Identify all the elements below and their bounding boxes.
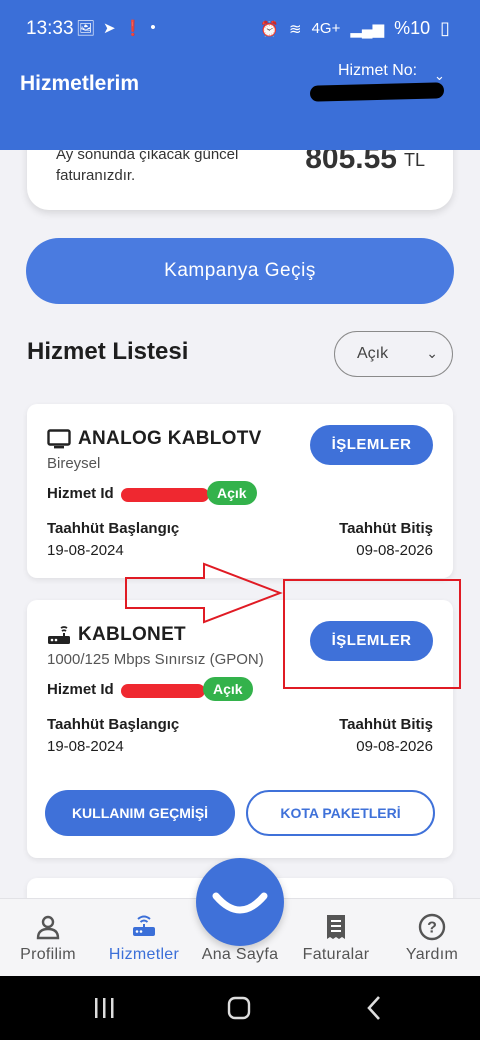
bill-amount: 805.55: [305, 150, 397, 175]
status-badge: Açık: [203, 677, 253, 701]
home-square-icon: [227, 996, 251, 1020]
service-id-label: Hizmet Id: [47, 681, 114, 698]
back-button[interactable]: [334, 976, 414, 1040]
filter-value: Açık: [357, 345, 389, 362]
notification-icons: 🖼 ➤ ❗ •: [76, 19, 156, 37]
main-content[interactable]: Ay sonunda çıkacak güncel faturanızdır. …: [0, 150, 480, 898]
service-list-title: Hizmet Listesi: [27, 338, 189, 365]
service-card-internet: KABLONET 1000/125 Mbps Sınırsız (GPON) H…: [27, 600, 453, 858]
quota-packages-button[interactable]: KOTA PAKETLERİ: [246, 790, 435, 836]
alarm-icon: ⏰: [260, 20, 279, 38]
tv-icon: [47, 429, 71, 449]
nav-label: Profilim: [20, 946, 76, 963]
operations-button[interactable]: İŞLEMLER: [310, 425, 433, 465]
service-card-tv: ANALOG KABLOTV Bireysel Hizmet Id Açık İ…: [27, 404, 453, 578]
service-subtitle: 1000/125 Mbps Sınırsız (GPON): [47, 651, 264, 668]
nav-label: Hizmetler: [108, 946, 180, 963]
app-header: Hizmetlerim Hizmet No: ⌄: [0, 56, 480, 150]
svg-text:?: ?: [427, 920, 437, 937]
smile-icon: [212, 892, 268, 914]
commitment-end-date: 09-08-2026: [356, 738, 433, 755]
commitment-start-date: 19-08-2024: [47, 738, 124, 755]
redacted-service-id: [121, 684, 205, 698]
service-no-label[interactable]: Hizmet No:: [338, 62, 417, 80]
back-chevron-icon: [367, 996, 380, 1020]
alert-icon: ❗: [123, 20, 143, 37]
nav-bills[interactable]: Faturalar: [288, 899, 384, 977]
dot-icon: •: [150, 19, 156, 36]
system-nav-bar: [0, 976, 480, 1040]
commitment-end-date: 09-08-2026: [356, 542, 433, 559]
status-badge: Açık: [207, 481, 257, 505]
home-system-button[interactable]: [199, 976, 279, 1040]
nav-label: Yardım: [405, 946, 459, 963]
service-id-label: Hizmet Id: [47, 485, 114, 502]
nav-help[interactable]: ? Yardım: [384, 899, 480, 977]
operations-button[interactable]: İŞLEMLER: [310, 621, 433, 661]
system-icons: ⏰ ≋ 4G+ ▂▄▆ %10 ▯: [260, 18, 450, 39]
status-filter-select[interactable]: Açık ⌄: [334, 331, 453, 377]
router-icon: [133, 915, 155, 936]
service-subtitle: Bireysel: [47, 455, 101, 472]
commitment-start-date: 19-08-2024: [47, 542, 124, 559]
redacted-service-id: [121, 488, 209, 502]
commitment-end-label: Taahhüt Bitiş: [339, 716, 433, 733]
recent-apps-icon: [95, 998, 114, 1018]
page-title: Hizmetlerim: [20, 72, 140, 95]
status-time: 13:33: [26, 18, 74, 39]
service-name: ANALOG KABLOTV: [78, 428, 262, 449]
chevron-down-icon: ⌄: [426, 345, 438, 361]
router-icon: [48, 626, 70, 644]
nav-profile[interactable]: Profilim: [0, 899, 96, 977]
bill-summary-card: Ay sonunda çıkacak güncel faturanızdır. …: [27, 150, 453, 210]
home-fab-button[interactable]: [196, 858, 284, 946]
battery-icon: ▯: [440, 18, 450, 38]
nav-label: Faturalar: [302, 946, 370, 963]
battery-text: %10: [394, 18, 431, 38]
redacted-service-number: [309, 82, 445, 102]
receipt-icon: [327, 915, 345, 939]
bill-currency: TL: [403, 150, 425, 170]
nav-label: Ana Sayfa: [201, 946, 279, 963]
help-icon: ?: [418, 913, 446, 941]
signal-icon: ▂▄▆: [350, 20, 385, 38]
campaign-switch-button[interactable]: Kampanya Geçiş: [26, 238, 454, 304]
commitment-start-label: Taahhüt Başlangıç: [47, 520, 180, 537]
bill-description: Ay sonunda çıkacak güncel faturanızdır.: [56, 150, 239, 184]
nav-services[interactable]: Hizmetler: [96, 899, 192, 977]
service-name: KABLONET: [78, 624, 186, 645]
status-bar: 13:33 🖼 ➤ ❗ • ⏰ ≋ 4G+ ▂▄▆ %10 ▯: [0, 0, 480, 56]
wifi-icon: ≋: [289, 20, 302, 38]
commitment-start-label: Taahhüt Başlangıç: [47, 716, 180, 733]
person-icon: [36, 915, 60, 940]
network-label: 4G+: [311, 20, 341, 37]
gallery-icon: 🖼: [76, 20, 96, 37]
telegram-icon: ➤: [103, 20, 116, 37]
recent-apps-button[interactable]: [64, 976, 144, 1040]
commitment-end-label: Taahhüt Bitiş: [339, 520, 433, 537]
usage-history-button[interactable]: KULLANIM GEÇMİŞİ: [45, 790, 235, 836]
